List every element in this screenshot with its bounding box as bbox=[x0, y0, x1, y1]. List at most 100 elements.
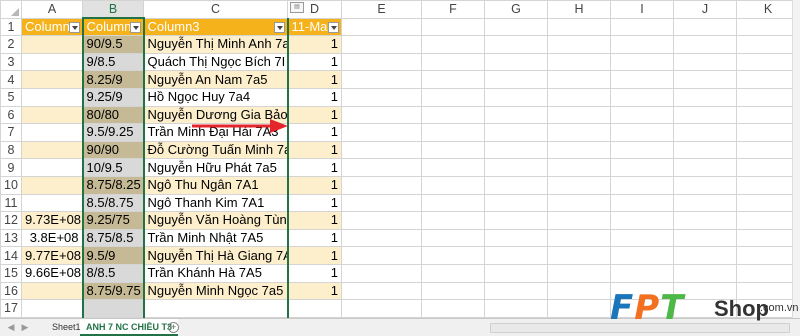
cell-d1[interactable]: 11-Mar bbox=[287, 17, 342, 37]
cell-c2[interactable]: Nguyễn Thị Minh Anh 7a5 bbox=[143, 35, 289, 54]
cell-f4[interactable] bbox=[421, 70, 485, 89]
cell-k12[interactable] bbox=[736, 211, 792, 230]
cell-g1[interactable] bbox=[484, 17, 548, 37]
cell-d12[interactable]: 1 bbox=[287, 211, 342, 230]
cell-e17[interactable] bbox=[341, 299, 422, 318]
cell-e15[interactable] bbox=[341, 263, 422, 283]
column-header-k[interactable]: K bbox=[736, 0, 792, 19]
cell-h10[interactable] bbox=[547, 175, 611, 195]
row-header[interactable]: 1 bbox=[0, 17, 22, 37]
cell-e9[interactable] bbox=[341, 158, 422, 177]
cell-f9[interactable] bbox=[421, 158, 485, 177]
cell-h5[interactable] bbox=[547, 87, 611, 107]
row-header[interactable]: 17 bbox=[0, 299, 22, 318]
spreadsheet-grid[interactable]: ABCDEFGHIJKL 1Column1Column2Column311-Ma… bbox=[0, 0, 792, 318]
cell-k3[interactable] bbox=[736, 52, 792, 72]
cell-i9[interactable] bbox=[610, 158, 674, 177]
row-header[interactable]: 13 bbox=[0, 228, 22, 248]
cell-i12[interactable] bbox=[610, 211, 674, 230]
cell-h7[interactable] bbox=[547, 123, 611, 142]
cell-f10[interactable] bbox=[421, 175, 485, 195]
cell-e1[interactable] bbox=[341, 17, 422, 37]
cell-d4[interactable]: 1 bbox=[287, 70, 342, 89]
cell-e13[interactable] bbox=[341, 228, 422, 248]
cell-g2[interactable] bbox=[484, 35, 548, 54]
cell-k2[interactable] bbox=[736, 35, 792, 54]
sheet-tab-active[interactable]: ANH 7 NC CHIỀU T3 bbox=[80, 319, 179, 336]
cell-f3[interactable] bbox=[421, 52, 485, 72]
cell-h15[interactable] bbox=[547, 263, 611, 283]
cell-c17[interactable] bbox=[143, 299, 289, 318]
filter-dropdown-icon[interactable] bbox=[273, 21, 285, 33]
cell-c1[interactable]: Column3 bbox=[143, 17, 289, 37]
cell-j14[interactable] bbox=[673, 246, 737, 265]
cell-k10[interactable] bbox=[736, 175, 792, 195]
cell-j9[interactable] bbox=[673, 158, 737, 177]
column-header-f[interactable]: F bbox=[421, 0, 485, 19]
cell-d2[interactable]: 1 bbox=[287, 35, 342, 54]
cell-g14[interactable] bbox=[484, 246, 548, 265]
cell-a8[interactable] bbox=[21, 140, 83, 160]
cell-e3[interactable] bbox=[341, 52, 422, 72]
column-header-j[interactable]: J bbox=[673, 0, 737, 19]
cell-i3[interactable] bbox=[610, 52, 674, 72]
cell-k14[interactable] bbox=[736, 246, 792, 265]
cell-j2[interactable] bbox=[673, 35, 737, 54]
cell-i7[interactable] bbox=[610, 123, 674, 142]
row-header[interactable]: 8 bbox=[0, 140, 22, 160]
cell-h16[interactable] bbox=[547, 281, 611, 301]
cell-h13[interactable] bbox=[547, 228, 611, 248]
cell-i2[interactable] bbox=[610, 35, 674, 54]
cell-g5[interactable] bbox=[484, 87, 548, 107]
cell-j6[interactable] bbox=[673, 105, 737, 125]
row-header[interactable]: 11 bbox=[0, 193, 22, 213]
cell-b7[interactable]: 9.5/9.25 bbox=[81, 123, 145, 142]
cell-f15[interactable] bbox=[421, 263, 485, 283]
cell-k7[interactable] bbox=[736, 123, 792, 142]
worksheet-table[interactable]: ABCDEFGHIJKL 1Column1Column2Column311-Ma… bbox=[0, 0, 792, 318]
cell-h17[interactable] bbox=[547, 299, 611, 318]
cell-b15[interactable]: 8/8.5 bbox=[81, 263, 145, 283]
cell-c10[interactable]: Ngô Thu Ngân 7A1 bbox=[143, 175, 289, 195]
cell-f16[interactable] bbox=[421, 281, 485, 301]
cell-d10[interactable]: 1 bbox=[287, 175, 342, 195]
cell-c8[interactable]: Đỗ Cường Tuấn Minh 7a5 bbox=[143, 140, 289, 160]
cell-b4[interactable]: 8.25/9 bbox=[81, 70, 145, 89]
cell-b13[interactable]: 8.75/8.5 bbox=[81, 228, 145, 248]
cell-c16[interactable]: Nguyễn Minh Ngọc 7a5 bbox=[143, 281, 289, 301]
cell-j7[interactable] bbox=[673, 123, 737, 142]
add-sheet-icon[interactable]: + bbox=[168, 322, 179, 333]
next-sheet-icon[interactable]: ▶ bbox=[20, 322, 30, 332]
row-header[interactable]: 6 bbox=[0, 105, 22, 125]
cell-j11[interactable] bbox=[673, 193, 737, 213]
row-header[interactable]: 12 bbox=[0, 211, 22, 230]
cell-a17[interactable] bbox=[21, 299, 83, 318]
cell-d16[interactable]: 1 bbox=[287, 281, 342, 301]
cell-g17[interactable] bbox=[484, 299, 548, 318]
cell-e11[interactable] bbox=[341, 193, 422, 213]
column-header-h[interactable]: H bbox=[547, 0, 611, 19]
cell-b5[interactable]: 9.25/9 bbox=[81, 87, 145, 107]
prev-sheet-icon[interactable]: ◀ bbox=[6, 322, 16, 332]
cell-j8[interactable] bbox=[673, 140, 737, 160]
cell-i11[interactable] bbox=[610, 193, 674, 213]
cell-j12[interactable] bbox=[673, 211, 737, 230]
cell-c3[interactable]: Quách Thị Ngọc Bích 7I bbox=[143, 52, 289, 72]
cell-h9[interactable] bbox=[547, 158, 611, 177]
cell-f8[interactable] bbox=[421, 140, 485, 160]
cell-a1[interactable]: Column1 bbox=[21, 17, 83, 37]
row-header[interactable]: 10 bbox=[0, 175, 22, 195]
cell-k9[interactable] bbox=[736, 158, 792, 177]
cell-b8[interactable]: 90/90 bbox=[81, 140, 145, 160]
cell-d14[interactable]: 1 bbox=[287, 246, 342, 265]
cell-b9[interactable]: 10/9.5 bbox=[81, 158, 145, 177]
row-header[interactable]: 7 bbox=[0, 123, 22, 142]
cell-e8[interactable] bbox=[341, 140, 422, 160]
cell-j1[interactable] bbox=[673, 17, 737, 37]
cell-a6[interactable] bbox=[21, 105, 83, 125]
column-header-b[interactable]: B bbox=[82, 0, 144, 20]
cell-a10[interactable] bbox=[21, 175, 83, 195]
cell-d7[interactable]: 1 bbox=[287, 123, 342, 142]
cell-c13[interactable]: Trần Minh Nhật 7A5 bbox=[143, 228, 289, 248]
cell-c14[interactable]: Nguyễn Thị Hà Giang 7A3 bbox=[143, 246, 289, 265]
